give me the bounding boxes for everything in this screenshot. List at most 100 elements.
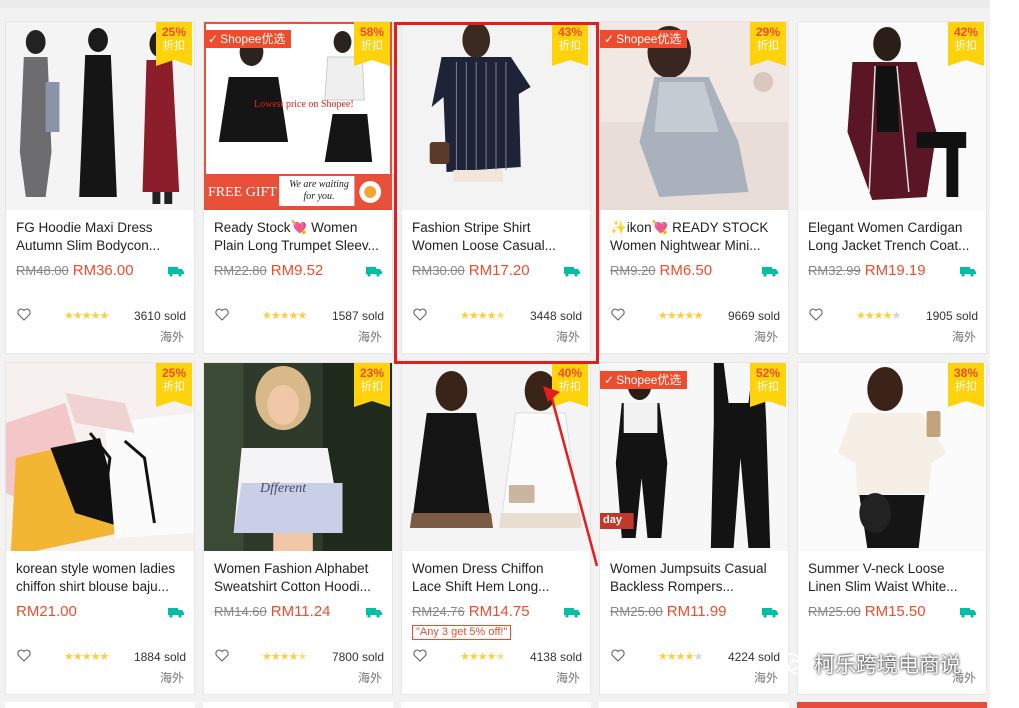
sold-count: 9669 sold [727,309,780,323]
product-card[interactable]: 43% 折扣 Fashion Stripe Shirt Women Loose Ca… [401,21,591,354]
partial-card [5,702,195,708]
sale-price: RM15.50 [864,603,926,620]
origin-label: 海外 [159,671,184,685]
sold-count: 7800 sold [331,650,384,664]
origin-label: 海外 [753,330,778,344]
heart-icon[interactable] [809,308,823,321]
original-price: RM32.99 [808,263,861,278]
sold-count: 4138 sold [529,650,582,664]
product-title[interactable]: FG Hoodie Maxi Dress Autumn Slim Bodycon.… [16,219,186,255]
product-card[interactable]: Lowest price on Shopee! FREE GIFT We are… [203,21,393,354]
discount-badge: 40% 折扣 [552,363,588,407]
original-price: RM30.00 [412,263,465,278]
sale-price: RM9.52 [270,262,324,279]
rating-stars: ★★★★★ [856,310,901,322]
product-title[interactable]: Summer V-neck Loose Linen Slim Waist Whit… [808,560,978,596]
original-price: RM14.60 [214,604,267,619]
product-card[interactable]: Dfferent 23% 折扣 Women Fashion Alphabet Swe… [203,362,393,695]
price-row: RM24.76 RM14.75 [412,603,530,623]
origin-label: 海外 [555,671,580,685]
rating-stars: ★★★★★ [64,651,109,663]
heart-icon[interactable] [17,649,31,662]
product-title[interactable]: korean style women ladies chiffon shirt b… [16,560,186,596]
sold-count: 3448 sold [529,309,582,323]
price-row: RM32.99 RM19.19 [808,262,926,282]
mall-badge: ✓ Shopee优选 [204,30,292,48]
product-card[interactable]: 25% 折扣 FG Hoodie Maxi Dress Autumn Slim Bo… [5,21,195,354]
partial-card [401,702,591,708]
sale-price: RM21.00 [16,603,77,620]
sold-count: 1884 sold [133,650,186,664]
watermark: 柯乐跨境电商说 [778,647,961,681]
partial-card [203,702,393,708]
sold-count: 1905 sold [925,309,978,323]
sale-price: RM17.20 [468,262,530,279]
discount-badge: 25% 折扣 [156,22,192,66]
product-card[interactable]: 42% 折扣 Elegant Women Cardigan Long Jacket … [797,21,987,354]
rating-stars: ★★★★★ [658,651,703,663]
price-row: RM22.80 RM9.52 [214,262,323,282]
heart-icon[interactable] [611,308,625,321]
original-price: RM25.00 [610,604,663,619]
free-shipping-icon [564,608,580,618]
origin-label: 海外 [951,330,976,344]
image-caption: Dfferent [260,481,307,496]
image-caption: Lowest price on Shopee! [254,99,354,110]
free-shipping-icon [168,608,184,618]
sale-price: RM11.99 [666,603,727,620]
discount-badge: 58% 折扣 [354,22,390,66]
original-price: RM22.80 [214,263,267,278]
sale-price: RM36.00 [72,262,134,279]
heart-icon[interactable] [215,308,229,321]
sale-price: RM14.75 [468,603,530,620]
product-card[interactable]: day ✓ Shopee优选 52% 折扣 Women Jumpsuits Casu… [599,362,789,695]
original-price: RM24.76 [412,604,465,619]
price-row: RM30.00 RM17.20 [412,262,530,282]
partial-card [797,702,987,708]
rating-stars: ★★★★★ [262,310,307,322]
price-row: RM21.00 [16,603,77,623]
price-row: RM9.20 RM6.50 [610,262,712,282]
sold-count: 3610 sold [133,309,186,323]
heart-icon[interactable] [215,649,229,662]
free-shipping-icon [762,608,778,618]
discount-badge: 29% 折扣 [750,22,786,66]
product-card[interactable]: 40% 折扣 Women Dress Chiffon Lace Shift Hem … [401,362,591,695]
product-card[interactable]: ✓ Shopee优选 29% 折扣 ✨ikon💘 READY STOCK Women … [599,21,789,354]
free-shipping-icon [762,267,778,277]
rating-stars: ★★★★★ [64,310,109,322]
free-shipping-icon [960,608,976,618]
heart-icon[interactable] [611,649,625,662]
product-title[interactable]: Fashion Stripe Shirt Women Loose Casual..… [412,219,582,255]
wechat-icon [779,653,806,675]
product-title[interactable]: Ready Stock💘 Women Plain Long Trumpet Sle… [214,219,384,255]
rating-stars: ★★★★★ [460,651,505,663]
sale-price: RM11.24 [270,603,331,620]
product-title[interactable]: Women Fashion Alphabet Sweatshirt Cotton … [214,560,384,596]
price-row: RM14.60 RM11.24 [214,603,331,623]
product-title[interactable]: Women Dress Chiffon Lace Shift Hem Long..… [412,560,582,596]
origin-label: 海外 [357,671,382,685]
free-shipping-icon [366,608,382,618]
product-card[interactable]: 25% 折扣 korean style women ladies chiffon s… [5,362,195,695]
free-shipping-icon [564,267,580,277]
discount-badge: 42% 折扣 [948,22,984,66]
original-price: RM9.20 [610,263,656,278]
mall-badge: ✓ Shopee优选 [600,371,688,389]
discount-badge: 43% 折扣 [552,22,588,66]
discount-badge: 23% 折扣 [354,363,390,407]
product-title[interactable]: ✨ikon💘 READY STOCK Women Nightwear Mini..… [610,219,780,255]
heart-icon[interactable] [413,649,427,662]
product-title[interactable]: Women Jumpsuits Casual Backless Rompers..… [610,560,780,596]
heart-icon[interactable] [17,308,31,321]
origin-label: 海外 [159,330,184,344]
rating-stars: ★★★★★ [460,310,505,322]
discount-badge: 52% 折扣 [750,363,786,407]
original-price: RM48.00 [16,263,69,278]
heart-icon[interactable] [413,308,427,321]
origin-label: 海外 [555,330,580,344]
product-card[interactable]: 38% 折扣 Summer V-neck Loose Linen Slim Wais… [797,362,987,695]
origin-label: 海外 [753,671,778,685]
product-title[interactable]: Elegant Women Cardigan Long Jacket Trench… [808,219,978,255]
promo-tag: "Any 3 get 5% off!" [412,625,512,640]
